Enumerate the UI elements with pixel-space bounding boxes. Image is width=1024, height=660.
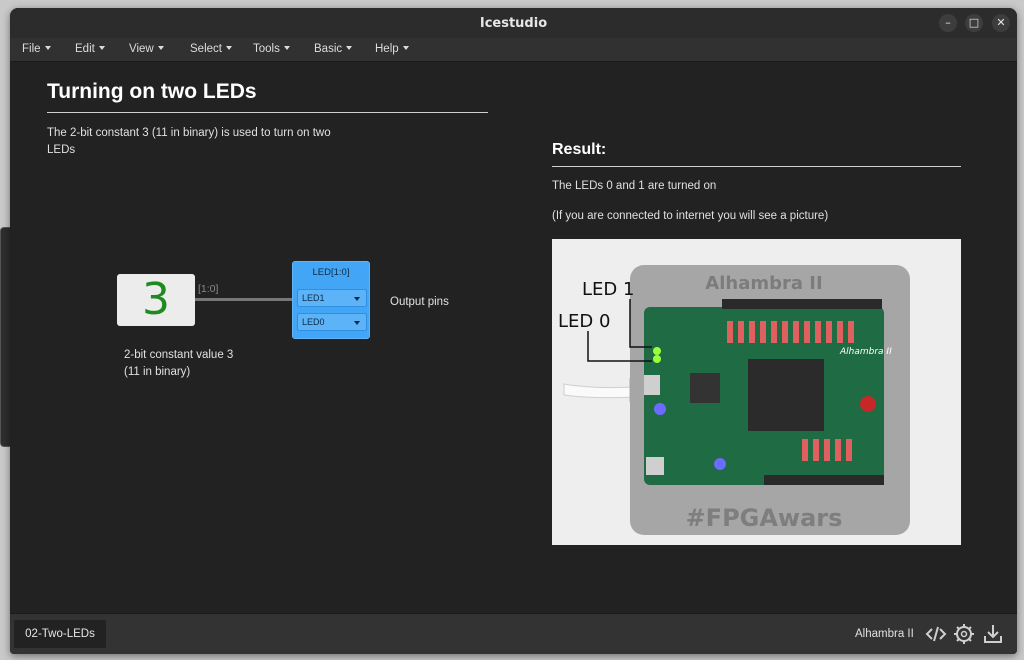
- board-title-text: Alhambra II: [705, 273, 822, 294]
- result-text: The LEDs 0 and 1 are turned on: [552, 180, 717, 192]
- led-output-block[interactable]: LED[1:0] LED1 LED0: [292, 261, 370, 339]
- project-tab[interactable]: 02-Two-LEDs: [14, 620, 106, 648]
- gear-icon[interactable]: [952, 622, 976, 646]
- close-button[interactable]: ✕: [992, 14, 1010, 32]
- status-bar: 02-Two-LEDs Alhambra II: [10, 613, 1017, 654]
- menu-edit[interactable]: Edit: [75, 43, 105, 55]
- window-title: Icestudio: [479, 16, 548, 31]
- menu-basic[interactable]: Basic: [314, 43, 353, 55]
- result-note: (If you are connected to internet you wi…: [552, 210, 829, 222]
- svg-text:Alhambra II: Alhambra II: [839, 347, 892, 357]
- constant-caption: 2-bit constant value 3 (11 in binary): [124, 349, 234, 378]
- constant-value: 3: [142, 274, 170, 325]
- board-photo-illustration: Alhambra II #FPGAwars Alhambra II LED 1 …: [552, 239, 961, 545]
- minimize-button[interactable]: –: [939, 14, 957, 32]
- chevron-down-icon: [98, 46, 105, 50]
- result-photo: Alhambra II #FPGAwars Alhambra II LED 1 …: [552, 239, 961, 545]
- led1-label: LED 1: [582, 279, 634, 300]
- wire[interactable]: [195, 298, 293, 301]
- chevron-down-icon: [354, 297, 360, 301]
- menu-tools[interactable]: Tools: [253, 43, 290, 55]
- selected-board[interactable]: Alhambra II: [855, 628, 914, 640]
- pin-select-led0[interactable]: LED0: [297, 313, 367, 331]
- download-icon[interactable]: [981, 622, 1005, 646]
- led0-label: LED 0: [558, 311, 610, 332]
- output-pins-label: Output pins: [390, 296, 449, 308]
- chevron-down-icon: [283, 46, 290, 50]
- info-description: The 2-bit constant 3 (11 in binary) is u…: [47, 127, 331, 156]
- menu-select[interactable]: Select: [190, 43, 232, 55]
- menu-help[interactable]: Help: [375, 43, 409, 55]
- title-bar: Icestudio – □ ✕: [10, 8, 1017, 38]
- chevron-down-icon: [157, 46, 164, 50]
- maximize-button[interactable]: □: [965, 14, 983, 32]
- chevron-down-icon: [44, 46, 51, 50]
- menu-bar: File Edit View Select Tools Basic Help: [10, 38, 1017, 62]
- info-heading: Turning on two LEDs: [47, 80, 488, 113]
- pin-select-led1[interactable]: LED1: [297, 289, 367, 307]
- code-icon[interactable]: [924, 622, 948, 646]
- hashtag-text: #FPGAwars: [686, 504, 843, 532]
- app-window: Icestudio – □ ✕ File Edit View Select To…: [10, 8, 1017, 654]
- wire-size-label: [1:0]: [198, 283, 219, 295]
- result-heading: Result:: [552, 141, 961, 167]
- menu-view[interactable]: View: [129, 43, 164, 55]
- constant-block[interactable]: 3: [117, 274, 195, 326]
- chevron-down-icon: [402, 46, 409, 50]
- chevron-down-icon: [354, 321, 360, 325]
- menu-file[interactable]: File: [22, 43, 51, 55]
- led-block-title: LED[1:0]: [312, 267, 350, 278]
- chevron-down-icon: [346, 46, 353, 50]
- chevron-down-icon: [225, 46, 232, 50]
